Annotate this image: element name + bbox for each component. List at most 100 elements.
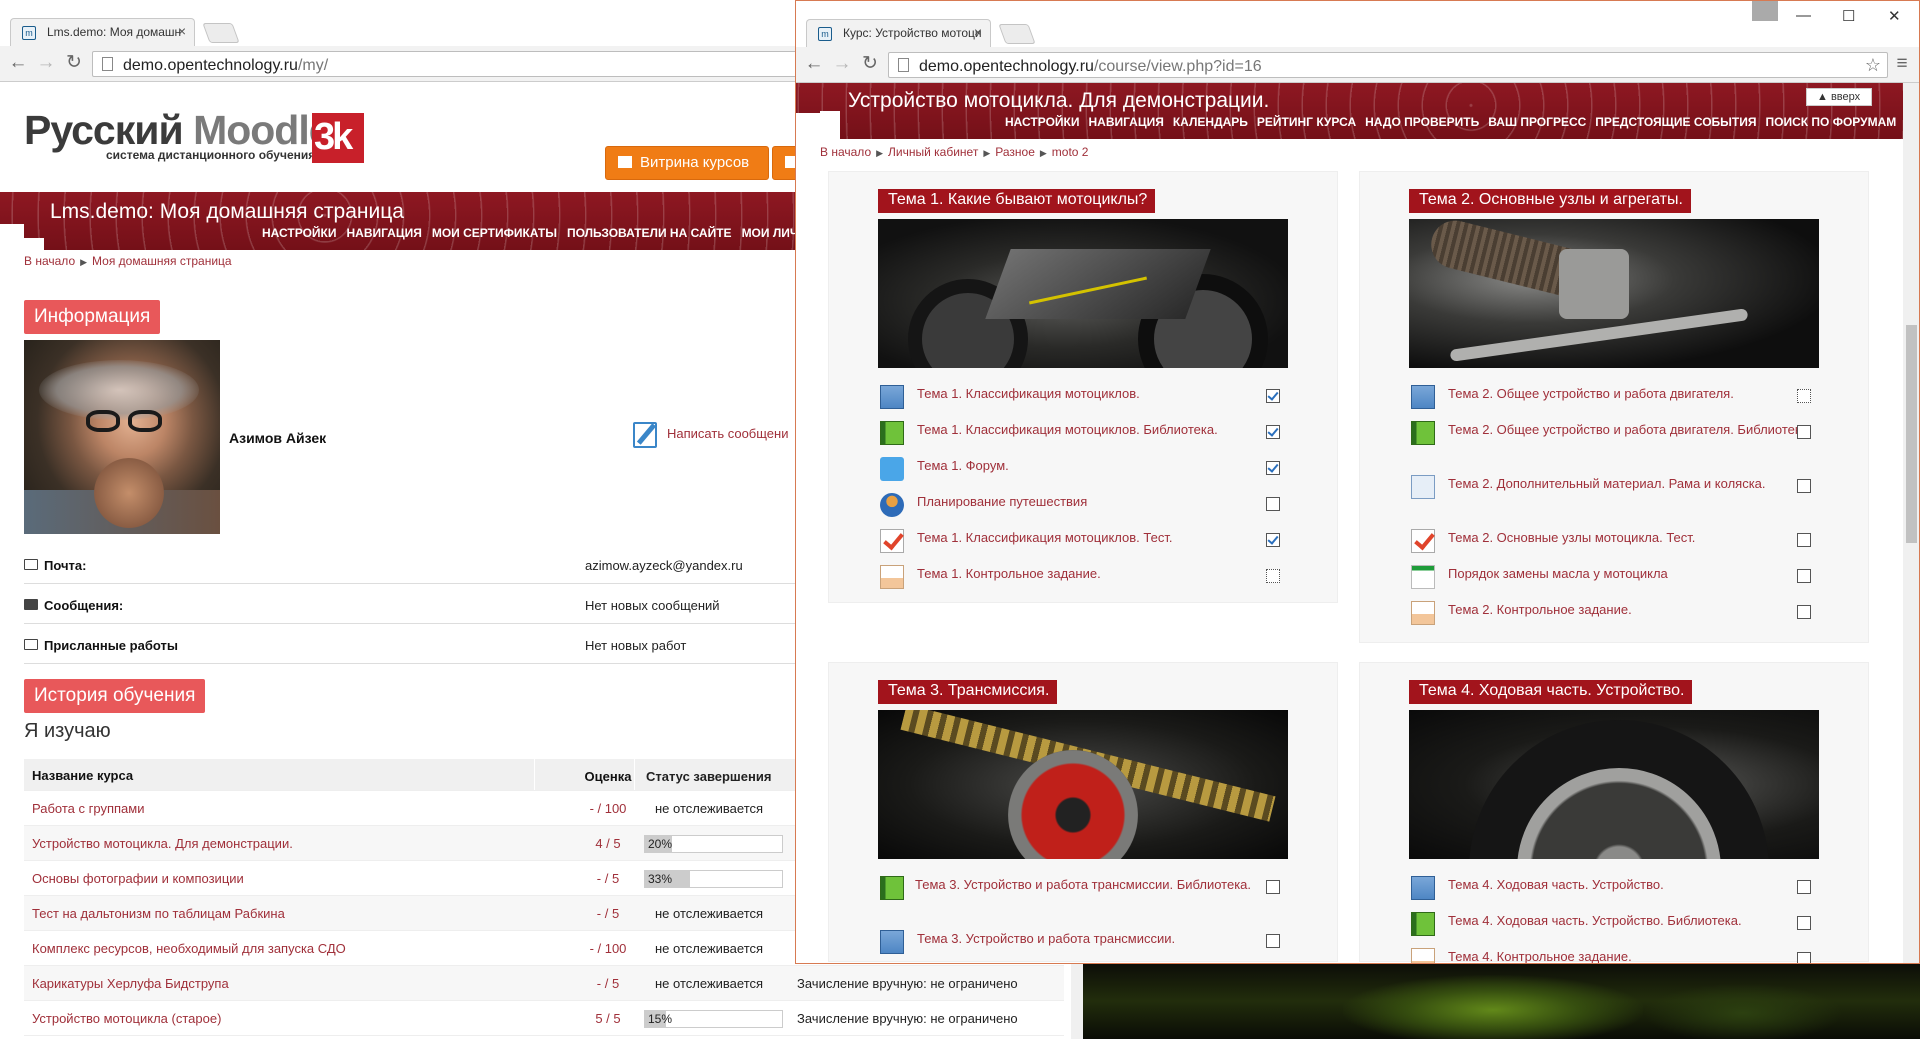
forward-arrow-icon[interactable]: → (34, 52, 58, 76)
close-tab-icon[interactable]: × (178, 23, 186, 39)
course-link[interactable]: Устройство мотоцикла. Для демонстрации. (32, 836, 293, 851)
completion-checkbox[interactable] (1266, 533, 1280, 547)
scroll-up-button[interactable]: ▲ вверх (1806, 88, 1872, 106)
breadcrumb-current[interactable]: Моя домашняя страница (92, 254, 232, 268)
activity-link[interactable]: Тема 3. Устройство и работа трансмиссии.… (878, 872, 1298, 897)
breadcrumb-home[interactable]: В начало (24, 254, 75, 268)
breadcrumb-course[interactable]: moto 2 (1052, 145, 1089, 159)
reload-icon[interactable]: ↻ (858, 53, 882, 77)
completion-checkbox[interactable] (1797, 425, 1811, 439)
menu-users-online[interactable]: ПОЛЬЗОВАТЕЛИ НА САЙТЕ (567, 226, 732, 240)
completion-checkbox[interactable] (1797, 389, 1811, 403)
address-bar[interactable]: demo.opentechnology.ru/course/view.php?i… (888, 52, 1888, 78)
course-grade[interactable]: - / 5 (560, 976, 656, 991)
completion-checkbox[interactable] (1797, 569, 1811, 583)
activity-link[interactable]: Тема 4. Ходовая часть. Устройство. (1411, 872, 1831, 897)
activity-link[interactable]: Тема 4. Ходовая часть. Устройство. Библи… (1411, 908, 1831, 933)
activity-item[interactable]: Тема 3. Устройство и работа трансмиссии. (880, 926, 1300, 954)
tab-home[interactable]: m Lms.demo: Моя домашн × (10, 18, 195, 46)
activity-link[interactable]: Тема 2. Общее устройство и работа двигат… (1411, 417, 1831, 442)
course-link[interactable]: Тест на дальтонизм по таблицам Рабкина (32, 906, 285, 921)
activity-link[interactable]: Тема 4. Контрольное задание. (1411, 944, 1831, 963)
minimize-icon[interactable]: — (1796, 7, 1811, 24)
course-link[interactable]: Устройство мотоцикла (старое) (32, 1011, 221, 1026)
course-grade[interactable]: - / 5 (560, 906, 656, 921)
forward-arrow-icon[interactable]: → (830, 53, 854, 77)
activity-item[interactable]: Тема 1. Форум. (880, 453, 1300, 481)
send-message-link[interactable]: Написать сообщени (633, 422, 788, 448)
activity-item[interactable]: Тема 1. Классификация мотоциклов. (880, 381, 1300, 409)
completion-checkbox[interactable] (1797, 916, 1811, 930)
activity-item[interactable]: Тема 4. Контрольное задание. (1411, 944, 1831, 963)
site-logo[interactable]: Русский Moodle система дистанционного об… (24, 108, 332, 162)
activity-link[interactable]: Тема 3. Устройство и работа трансмиссии. (880, 926, 1300, 951)
course-link[interactable]: Карикатуры Херлуфа Бидструпа (32, 976, 229, 991)
course-link[interactable]: Комплекс ресурсов, необходимый для запус… (32, 941, 346, 956)
new-tab-button[interactable] (202, 23, 240, 43)
back-arrow-icon[interactable]: ← (802, 53, 826, 77)
activity-link[interactable]: Тема 2. Основные узлы мотоцикла. Тест. (1411, 525, 1831, 550)
menu-certificates[interactable]: МОИ СЕРТИФИКАТЫ (432, 226, 557, 240)
activity-link[interactable]: Планирование путешествия (880, 489, 1300, 514)
course-link[interactable]: Основы фотографии и композиции (32, 871, 244, 886)
close-window-icon[interactable]: ✕ (1888, 7, 1901, 25)
completion-checkbox[interactable] (1797, 479, 1811, 493)
col-grade[interactable]: Оценка (560, 769, 656, 784)
activity-item[interactable]: Планирование путешествия (880, 489, 1300, 517)
activity-link[interactable]: Тема 2. Контрольное задание. (1411, 597, 1831, 622)
completion-checkbox[interactable] (1266, 461, 1280, 475)
col-status[interactable]: Статус завершения (646, 769, 771, 784)
activity-item[interactable]: Тема 2. Дополнительный материал. Рама и … (1411, 471, 1831, 499)
completion-checkbox[interactable] (1266, 569, 1280, 583)
reload-icon[interactable]: ↻ (62, 52, 86, 76)
activity-item[interactable]: Тема 2. Основные узлы мотоцикла. Тест. (1411, 525, 1831, 553)
completion-checkbox[interactable] (1266, 389, 1280, 403)
course-grade[interactable]: 4 / 5 (560, 836, 656, 851)
completion-checkbox[interactable] (1797, 605, 1811, 619)
activity-item[interactable]: Тема 2. Контрольное задание. (1411, 597, 1831, 625)
completion-checkbox[interactable] (1797, 533, 1811, 547)
activity-link[interactable]: Тема 1. Форум. (880, 453, 1300, 478)
dock-toggle-icon[interactable]: ▼ (804, 118, 814, 129)
scrollbar-thumb[interactable] (1906, 325, 1917, 543)
activity-item[interactable]: Порядок замены масла у мотоцикла (1411, 561, 1831, 589)
activity-link[interactable]: Тема 1. Классификация мотоциклов. Тест. (880, 525, 1300, 550)
profile-icon[interactable] (1752, 1, 1778, 21)
activity-link[interactable]: Тема 2. Дополнительный материал. Рама и … (1411, 471, 1831, 496)
activity-link[interactable]: Тема 1. Контрольное задание. (880, 561, 1300, 586)
maximize-icon[interactable]: ☐ (1842, 7, 1855, 25)
activity-item[interactable]: Тема 2. Общее устройство и работа двигат… (1411, 417, 1831, 445)
course-grade[interactable]: 5 / 5 (560, 1011, 656, 1026)
completion-checkbox[interactable] (1797, 880, 1811, 894)
activity-item[interactable]: Тема 2. Общее устройство и работа двигат… (1411, 381, 1831, 409)
completion-checkbox[interactable] (1266, 880, 1280, 894)
back-arrow-icon[interactable]: ← (6, 52, 30, 76)
menu-settings[interactable]: НАСТРОЙКИ (1005, 115, 1079, 129)
new-tab-button[interactable] (998, 24, 1036, 44)
activity-item[interactable]: Тема 4. Ходовая часть. Устройство. (1411, 872, 1831, 900)
completion-checkbox[interactable] (1266, 934, 1280, 948)
menu-calendar[interactable]: КАЛЕНДАРЬ (1173, 115, 1248, 129)
activity-item[interactable]: Тема 1. Классификация мотоциклов. Библио… (880, 417, 1300, 445)
menu-your-progress[interactable]: ВАШ ПРОГРЕСС (1488, 115, 1586, 129)
course-grade[interactable]: - / 100 (560, 801, 656, 816)
bookmark-star-icon[interactable]: ☆ (1865, 55, 1881, 76)
menu-navigation[interactable]: НАВИГАЦИЯ (1088, 115, 1163, 129)
activity-item[interactable]: Тема 1. Классификация мотоциклов. Тест. (880, 525, 1300, 553)
right-scrollbar[interactable] (1903, 83, 1919, 963)
activity-item[interactable]: Тема 3. Устройство и работа трансмиссии.… (878, 872, 1298, 900)
breadcrumb-dashboard[interactable]: Личный кабинет (888, 145, 978, 159)
menu-icon[interactable]: ≡ (1890, 53, 1914, 77)
tab-course[interactable]: m Курс: Устройство мотоци × (806, 19, 991, 47)
breadcrumb-misc[interactable]: Разное (995, 145, 1035, 159)
menu-navigation[interactable]: НАВИГАЦИЯ (346, 226, 421, 240)
course-grade[interactable]: - / 100 (560, 941, 656, 956)
col-course-name[interactable]: Название курса (32, 768, 133, 783)
menu-forum-search[interactable]: ПОИСК ПО ФОРУМАМ (1766, 115, 1897, 129)
completion-checkbox[interactable] (1797, 952, 1811, 963)
course-grade[interactable]: - / 5 (560, 871, 656, 886)
showcase-button[interactable]: Витрина курсов (605, 146, 769, 180)
close-tab-icon[interactable]: × (974, 24, 982, 40)
menu-course-rating[interactable]: РЕЙТИНГ КУРСА (1257, 115, 1356, 129)
menu-upcoming-events[interactable]: ПРЕДСТОЯЩИЕ СОБЫТИЯ (1595, 115, 1756, 129)
